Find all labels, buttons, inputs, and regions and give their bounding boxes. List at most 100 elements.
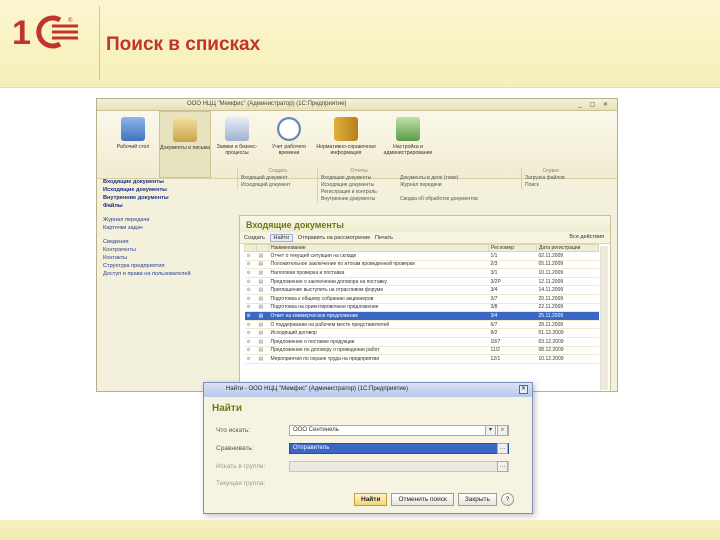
clock-icon: [277, 117, 301, 141]
action-link[interactable]: Документы в деле (томе): [400, 175, 517, 182]
action-link[interactable]: Входящие документы: [321, 175, 397, 182]
send-review-button[interactable]: Отправить на рассмотрение: [298, 235, 371, 241]
svg-text:®: ®: [68, 17, 73, 24]
row-name: Ответ на коммерческое предложение: [268, 311, 489, 321]
row-name: Приглашение выступить на отраслевом фору…: [268, 285, 489, 295]
nav-item[interactable]: Внутренние документы: [103, 195, 231, 203]
actions-service: Сервис Загрузка файлов Поиск: [521, 168, 577, 189]
document-state-icon: ▤: [256, 311, 269, 321]
app-title: ООО НЦЦ "Мемфис" (Администратор) (1С:Пре…: [187, 101, 347, 107]
attach-icon: ⊘: [244, 277, 257, 287]
nav-item[interactable]: Доступ и права на пользователей: [103, 271, 231, 279]
compare-field[interactable]: Отправитель …: [289, 443, 509, 454]
search-icon[interactable]: ⌕: [497, 425, 508, 436]
table-row[interactable]: ⊘ ▤ Отчет о текущей ситуации на складе 1/1 0…: [244, 251, 599, 261]
col-number[interactable]: Рег.номер: [488, 244, 537, 252]
table-row[interactable]: ⊘ ▤ Подготовка к общему собранию акционеро…: [244, 294, 599, 304]
table-row[interactable]: ⊘ ▤ Предложение о заключении договора на п…: [244, 277, 599, 287]
nav-item[interactable]: Структура предприятия: [103, 263, 231, 271]
find-button[interactable]: Найти: [269, 234, 294, 242]
table-row[interactable]: ⊘ ▤ О поддержании на рабочем месте предста…: [244, 320, 599, 330]
close-button[interactable]: Закрыть: [457, 493, 497, 506]
all-actions-button[interactable]: Все действия: [569, 234, 604, 240]
table-row[interactable]: ⊘ ▤ Приглашение выступить на отраслевом фо…: [244, 285, 599, 295]
tasks-icon: [225, 117, 249, 141]
create-button[interactable]: Создать: [244, 235, 265, 241]
select-icon[interactable]: …: [497, 443, 508, 454]
nav-item[interactable]: Контрагенты: [103, 247, 231, 255]
actions-reports: Отчеты Входящие документы Исходящие доку…: [317, 168, 397, 203]
help-button[interactable]: ?: [500, 493, 514, 506]
settings-icon: [396, 117, 420, 141]
table-row[interactable]: ⊘ ▤ Предложение по договору о проведении р…: [244, 346, 599, 356]
row-date: 02.11.2009: [536, 251, 599, 261]
row-date: 01.12.2009: [536, 328, 599, 338]
table-row[interactable]: ⊘ ▤ Положительное заключение по итогам про…: [244, 260, 599, 270]
document-state-icon: ▤: [256, 320, 269, 330]
chevron-down-icon[interactable]: ▾: [485, 425, 496, 436]
attach-icon: ⊘: [244, 303, 257, 313]
action-link[interactable]: Регистрация и контроль: [321, 189, 397, 196]
nav-item[interactable]: Карточки задач: [103, 225, 231, 233]
action-link[interactable]: Внутренние документы: [321, 196, 397, 203]
row-name: Отчет о текущей ситуации на складе: [268, 251, 489, 261]
nav-item[interactable]: Исходящие документы: [103, 187, 231, 195]
list-title: Входящие документы: [240, 216, 610, 232]
document-state-icon: ▤: [256, 303, 269, 313]
nav-item[interactable]: Контакты: [103, 255, 231, 263]
section-documents[interactable]: Документы и письма: [159, 111, 211, 178]
where-field[interactable]: ООО Сентинель ▾ ⌕: [289, 425, 509, 436]
col-date[interactable]: Дата регистрации: [536, 244, 599, 252]
col-attach[interactable]: [244, 244, 257, 252]
list-scrollbar[interactable]: [600, 246, 608, 390]
action-link[interactable]: Поиск: [525, 182, 577, 189]
col-name[interactable]: Наименование: [268, 244, 489, 252]
table-row[interactable]: ⊘ ▤ Ответ на коммерческое предложение 3/4 25…: [244, 311, 599, 321]
row-date: 05.11.2009: [536, 260, 599, 270]
row-date: 12.11.2009: [536, 277, 599, 287]
section-desktop[interactable]: Рабочий стол: [107, 111, 159, 178]
col-state[interactable]: [256, 244, 269, 252]
table-row[interactable]: ⊘ ▤ Исходящий договор 9/2 01.12.2009: [244, 328, 599, 338]
row-number: 3/8: [488, 303, 537, 313]
slide-header: 1 ® Поиск в списках: [0, 0, 720, 88]
cancel-search-button[interactable]: Отменить поиск: [391, 493, 454, 506]
document-state-icon: ▤: [256, 285, 269, 295]
dialog-heading: Найти: [212, 403, 242, 414]
attach-icon: ⊘: [244, 285, 257, 295]
nav-item[interactable]: Сведения: [103, 239, 231, 247]
dialog-title: Найти - ООО НЦЦ "Мемфис" (Администратор)…: [226, 386, 409, 392]
action-link[interactable]: Исходящие документы: [321, 182, 397, 189]
left-navigation: Входящие документы Исходящие документы В…: [103, 179, 231, 279]
table-row[interactable]: ⊘ ▤ Налоговая проверка и поставка 3/1 10.11.…: [244, 268, 599, 278]
desktop-icon: [121, 117, 145, 141]
select-icon[interactable]: …: [497, 461, 508, 472]
action-link[interactable]: Входящий документ: [241, 175, 315, 182]
row-number: 3/2Р: [488, 277, 537, 287]
nav-item[interactable]: Журнал передачи: [103, 217, 231, 225]
nav-item[interactable]: Файлы: [103, 203, 231, 211]
action-link[interactable]: Журнал передачи: [400, 182, 517, 189]
action-link[interactable]: Сводка об обработке документов: [400, 196, 517, 203]
print-button[interactable]: Печать: [375, 235, 393, 241]
find-submit-button[interactable]: Найти: [354, 493, 388, 506]
row-name: Исходящий договор: [268, 328, 489, 338]
in-group-field[interactable]: …: [289, 461, 509, 472]
dialog-title-bar: Найти - ООО НЦЦ "Мемфис" (Администратор)…: [204, 383, 532, 397]
attach-icon: ⊘: [244, 337, 257, 347]
table-row[interactable]: ⊘ ▤ Мероприятия по охране труда на предпри…: [244, 354, 599, 364]
books-icon: [334, 117, 358, 141]
row-number: 9/2: [488, 328, 537, 338]
table-row[interactable]: ⊘ ▤ Предложение о поставке продукции 10/7 03…: [244, 337, 599, 347]
nav-item[interactable]: Входящие документы: [103, 179, 231, 187]
document-state-icon: ▤: [256, 268, 269, 278]
action-link[interactable]: [400, 189, 517, 196]
compare-label: Сравнивать:: [216, 445, 254, 452]
table-row[interactable]: ⊘ ▤ Подготовка на ориентировочное предложе…: [244, 303, 599, 313]
action-link[interactable]: Исходящий документ: [241, 182, 315, 189]
action-link[interactable]: Загрузка файлов: [525, 175, 577, 182]
window-controls[interactable]: _ ▢ ✕: [579, 101, 611, 108]
actions-create: Создать Входящий документ Исходящий доку…: [237, 168, 315, 189]
close-icon[interactable]: ✕: [519, 385, 528, 394]
where-label: Что искать:: [216, 427, 251, 434]
